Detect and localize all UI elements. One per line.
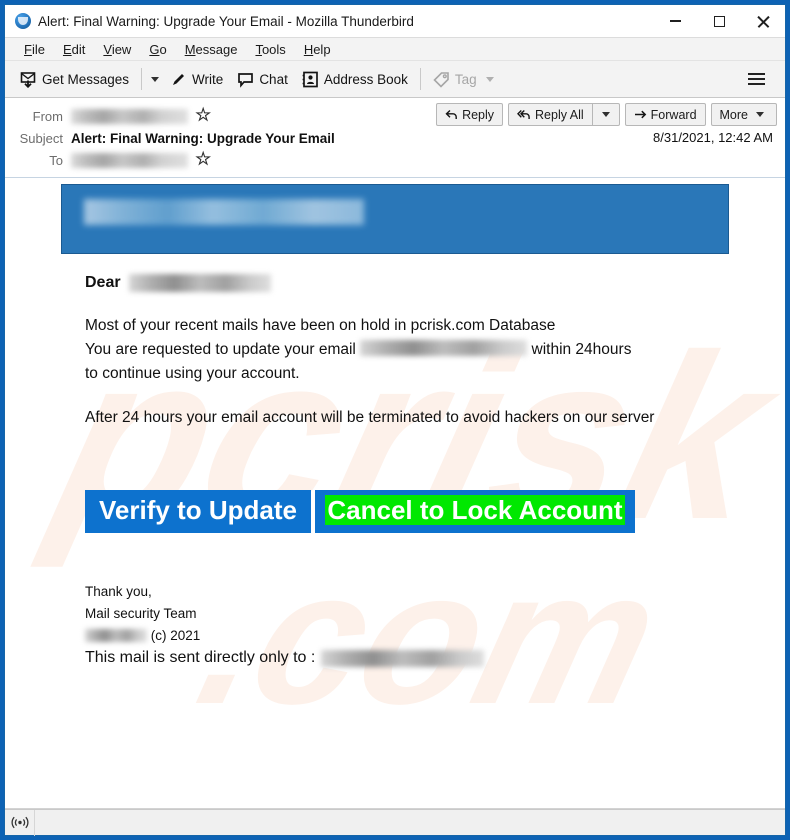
reply-all-dropdown-button[interactable] [591, 103, 620, 126]
reply-all-split-button: Reply All [508, 103, 620, 126]
thunderbird-window: Alert: Final Warning: Upgrade Your Email… [4, 4, 786, 836]
team-line: Mail security Team [85, 606, 197, 622]
pencil-icon [170, 71, 187, 88]
menu-go[interactable]: Go [140, 38, 175, 61]
tag-dropdown-icon[interactable] [485, 76, 494, 82]
reply-button[interactable]: Reply [436, 103, 504, 126]
tag-icon [433, 71, 450, 88]
paragraph-1-line-2: You are requested to update your email [85, 341, 356, 358]
forward-arrow-icon [634, 108, 647, 121]
star-icon-to[interactable]: ★ [195, 151, 210, 168]
cancel-to-lock-account-button[interactable]: Cancel to Lock Account [315, 490, 635, 534]
message-date: 8/31/2021, 12:42 AM [653, 130, 773, 145]
more-button[interactable]: More [710, 103, 777, 126]
to-label: To [49, 152, 63, 168]
star-icon-from[interactable]: ★ [195, 107, 210, 124]
paragraph-1-email-redacted [360, 340, 528, 356]
menu-view[interactable]: View [94, 38, 140, 61]
broadcast-signal-icon[interactable] [5, 809, 35, 836]
chat-button[interactable]: Chat [230, 67, 295, 92]
email-final-line: This mail is sent directly only to : [85, 649, 705, 667]
subject-value: Alert: Final Warning: Upgrade Your Email [71, 130, 335, 146]
verify-to-update-button[interactable]: Verify to Update [85, 490, 311, 534]
window-controls [653, 5, 785, 37]
to-value-redacted [71, 152, 188, 168]
address-book-label: Address Book [323, 71, 408, 87]
get-messages-button[interactable]: Get Messages [13, 67, 136, 92]
minimize-button[interactable] [653, 5, 697, 37]
reply-all-label: Reply All [535, 107, 584, 122]
address-book-button[interactable]: Address Book [295, 67, 415, 92]
message-header: Reply Reply All Forward More From ★ Subj… [5, 98, 785, 178]
banner-address-redacted [84, 199, 364, 225]
get-messages-label: Get Messages [42, 71, 130, 87]
chevron-down-icon [601, 112, 610, 117]
copyright-name-redacted [85, 629, 147, 643]
main-toolbar: Get Messages Write Chat Address Book Tag [5, 60, 785, 98]
write-label: Write [192, 71, 224, 87]
toolbar-separator [141, 68, 143, 90]
close-button[interactable] [741, 5, 785, 37]
to-row: To ★ [15, 149, 775, 171]
final-line-email-redacted [321, 649, 485, 667]
final-line-text: This mail is sent directly only to : [85, 649, 316, 667]
greeting-text: Dear [85, 274, 121, 291]
menu-message[interactable]: Message [176, 38, 247, 61]
address-book-icon [302, 71, 319, 88]
menu-file[interactable]: File [15, 38, 54, 61]
reply-label: Reply [462, 107, 495, 122]
from-value-redacted [71, 108, 188, 124]
menu-help[interactable]: Help [295, 38, 340, 61]
paragraph-1-line-1: Most of your recent mails have been on h… [85, 317, 556, 334]
status-bar [5, 809, 785, 836]
message-body-pane[interactable]: pcrisk .com Dear Most of your recent mai… [5, 178, 785, 809]
tag-label: Tag [454, 71, 477, 87]
copyright-line: (c) 2021 [85, 625, 705, 647]
reply-arrow-icon [445, 108, 458, 121]
from-label: From [32, 108, 63, 124]
thunderbird-icon [15, 13, 31, 29]
copyright-text: (c) 2021 [150, 628, 201, 644]
window-title: Alert: Final Warning: Upgrade Your Email… [38, 13, 414, 29]
thank-you-line: Thank you, [85, 584, 152, 600]
cancel-to-lock-account-label: Cancel to Lock Account [325, 495, 625, 525]
menu-tools[interactable]: Tools [246, 38, 294, 61]
hamburger-icon[interactable] [742, 67, 771, 91]
title-bar: Alert: Final Warning: Upgrade Your Email… [5, 5, 785, 37]
email-signoff: Thank you, Mail security Team (c) 2021 [85, 581, 705, 647]
email-paragraph-2: After 24 hours your email account will b… [85, 409, 655, 426]
reply-all-button[interactable]: Reply All [508, 103, 592, 126]
paragraph-1-line-2-end: within 24hours [531, 341, 632, 358]
maximize-button[interactable] [697, 5, 741, 37]
reply-all-arrow-icon [517, 108, 531, 121]
menu-bar: File Edit View Go Message Tools Help [5, 37, 785, 60]
email-banner [61, 184, 729, 254]
forward-label: Forward [650, 107, 697, 122]
email-body: Dear Most of your recent mails have been… [61, 254, 729, 677]
menu-edit[interactable]: Edit [54, 38, 94, 61]
greeting-name-redacted [128, 274, 271, 292]
more-label: More [719, 107, 748, 122]
email-greeting: Dear [85, 274, 705, 292]
get-messages-icon [20, 71, 37, 88]
email-content: Dear Most of your recent mails have been… [61, 178, 729, 677]
tag-button[interactable]: Tag [426, 67, 505, 92]
message-actions: Reply Reply All Forward More [436, 103, 777, 126]
subject-label: Subject [19, 130, 63, 146]
email-paragraph-1: Most of your recent mails have been on h… [85, 314, 705, 386]
get-messages-dropdown-icon[interactable] [151, 76, 160, 82]
chat-label: Chat [259, 71, 288, 87]
chat-bubble-icon [237, 71, 254, 88]
more-dropdown-icon [756, 112, 764, 117]
write-button[interactable]: Write [163, 67, 230, 92]
toolbar-separator-2 [419, 68, 421, 90]
paragraph-1-line-3: to continue using your account. [85, 365, 300, 382]
forward-button[interactable]: Forward [624, 103, 706, 126]
